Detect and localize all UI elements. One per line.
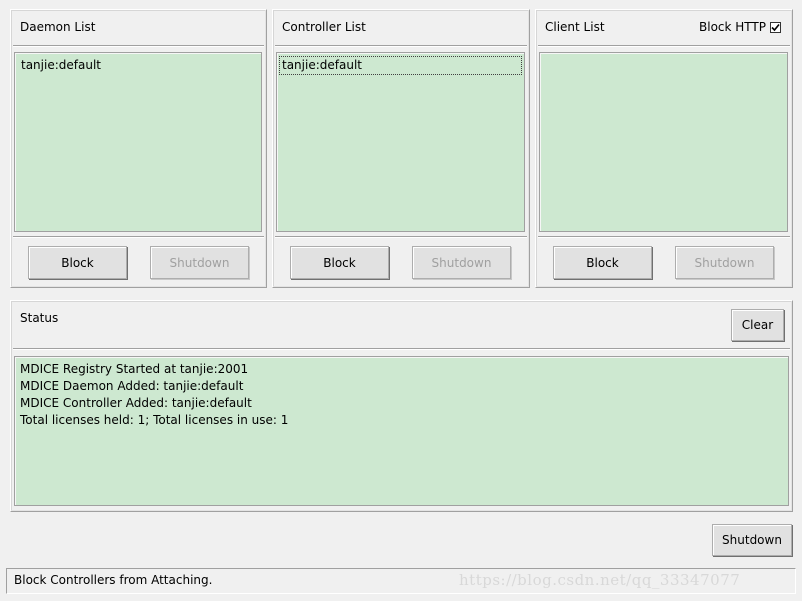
divider — [275, 236, 527, 238]
status-panel-title: Status — [20, 311, 59, 325]
daemon-list-item[interactable]: tanjie:default — [19, 57, 103, 74]
block-http-checkbox[interactable] — [770, 22, 781, 33]
status-bar-text: Block Controllers from Attaching. — [14, 573, 213, 587]
client-block-button[interactable]: Block — [553, 246, 652, 279]
checkmark-icon — [771, 23, 780, 32]
divider — [275, 45, 527, 47]
divider — [13, 348, 790, 350]
clear-button[interactable]: Clear — [731, 309, 784, 341]
client-panel: Client List Block HTTP Block Shutdown — [535, 9, 793, 288]
controller-shutdown-button[interactable]: Shutdown — [412, 246, 511, 279]
controller-listbox[interactable]: tanjie:default — [276, 52, 525, 232]
log-line: MDICE Daemon Added: tanjie:default — [20, 379, 244, 393]
status-log[interactable]: MDICE Registry Started at tanjie:2001 MD… — [14, 356, 789, 506]
client-shutdown-button[interactable]: Shutdown — [675, 246, 774, 279]
daemon-shutdown-button[interactable]: Shutdown — [150, 246, 249, 279]
daemon-panel: Daemon List tanjie:default Block Shutdow… — [10, 9, 267, 288]
divider — [538, 236, 790, 238]
daemon-block-button[interactable]: Block — [28, 246, 127, 279]
log-line: Total licenses held: 1; Total licenses i… — [20, 413, 289, 427]
daemon-panel-title: Daemon List — [20, 20, 96, 34]
client-listbox[interactable] — [539, 52, 788, 232]
log-line: MDICE Controller Added: tanjie:default — [20, 396, 252, 410]
controller-panel-title: Controller List — [282, 20, 366, 34]
log-line: MDICE Registry Started at tanjie:2001 — [20, 362, 249, 376]
divider — [13, 45, 264, 47]
client-panel-title: Client List — [545, 20, 605, 34]
controller-list-item[interactable]: tanjie:default — [279, 56, 522, 75]
controller-panel: Controller List tanjie:default Block Shu… — [272, 9, 530, 288]
main-shutdown-button[interactable]: Shutdown — [712, 524, 792, 556]
daemon-listbox[interactable]: tanjie:default — [14, 52, 262, 232]
status-bar: Block Controllers from Attaching. — [6, 568, 796, 594]
status-panel: Status Clear MDICE Registry Started at t… — [10, 300, 793, 512]
divider — [538, 45, 790, 47]
controller-block-button[interactable]: Block — [290, 246, 389, 279]
block-http-label: Block HTTP — [699, 20, 766, 34]
divider — [13, 236, 264, 238]
